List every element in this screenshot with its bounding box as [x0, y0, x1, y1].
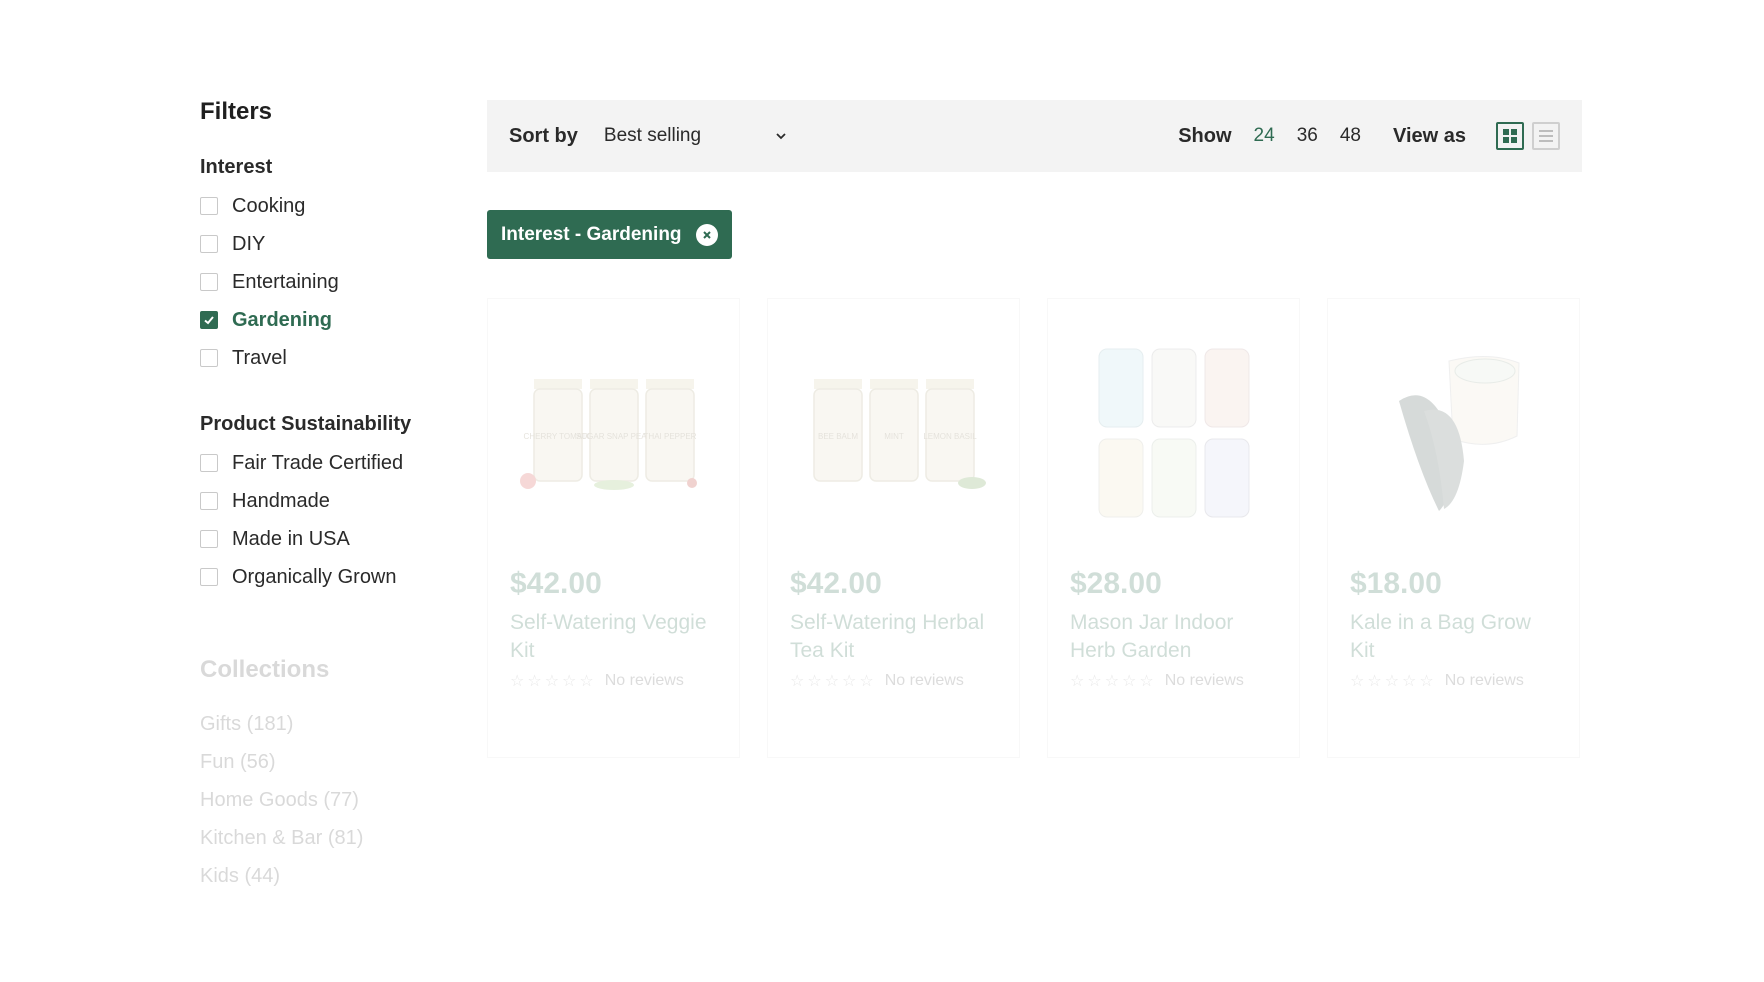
- star-rating-icon: ☆☆☆☆☆: [510, 673, 597, 690]
- filter-option-entertaining[interactable]: Entertaining: [200, 263, 460, 301]
- product-reviews: ☆☆☆☆☆ No reviews: [1070, 671, 1277, 691]
- filter-option-fair-trade[interactable]: Fair Trade Certified: [200, 444, 460, 482]
- checkbox[interactable]: [200, 492, 218, 510]
- view-as-label: View as: [1392, 124, 1466, 147]
- filter-option-diy[interactable]: DIY: [200, 225, 460, 263]
- star-rating-icon: ☆☆☆☆☆: [790, 673, 877, 690]
- checkbox[interactable]: [200, 454, 218, 472]
- product-image[interactable]: BEE BALM MINT LEMON BASIL: [790, 321, 997, 541]
- filters-sidebar: Filters Interest Cooking DIY Entertainin…: [200, 98, 460, 900]
- product-card[interactable]: BEE BALM MINT LEMON BASIL $42.00 Self-Wa…: [767, 298, 1020, 758]
- collection-link-kitchen-bar[interactable]: Kitchen & Bar (81): [200, 824, 460, 862]
- filter-option-travel[interactable]: Travel: [200, 339, 460, 377]
- product-image[interactable]: [1070, 321, 1277, 541]
- filter-option-label: Organically Grown: [232, 565, 397, 588]
- product-title[interactable]: Self-Watering Herbal Tea Kit: [790, 609, 997, 665]
- reviews-label: No reviews: [1164, 672, 1244, 689]
- collection-link-kids[interactable]: Kids (44): [200, 862, 460, 900]
- filters-title: Filters: [200, 98, 273, 125]
- product-reviews: ☆☆☆☆☆ No reviews: [510, 671, 717, 691]
- filter-option-label: Made in USA: [232, 527, 350, 550]
- active-filter-tag[interactable]: Interest - Gardening: [487, 210, 732, 259]
- show-option-48[interactable]: 48: [1340, 125, 1361, 147]
- checkbox[interactable]: [200, 235, 218, 253]
- jar-label: LEMON BASIL: [923, 432, 977, 441]
- list-view-button[interactable]: [1532, 122, 1560, 150]
- collections-title: Collections: [200, 656, 330, 683]
- chevron-down-icon: [776, 133, 786, 140]
- collection-toolbar: Sort by Best selling Show 24 36 48 View …: [487, 100, 1582, 172]
- checkbox[interactable]: [200, 197, 218, 215]
- filter-option-label: DIY: [232, 232, 266, 255]
- filter-option-made-in-usa[interactable]: Made in USA: [200, 520, 460, 558]
- filter-option-label: Handmade: [232, 489, 330, 512]
- product-title[interactable]: Kale in a Bag Grow Kit: [1350, 609, 1557, 665]
- reviews-label: No reviews: [884, 672, 964, 689]
- filter-group-sustainability: Product Sustainability Fair Trade Certif…: [200, 413, 460, 596]
- star-rating-icon: ☆☆☆☆☆: [1350, 673, 1437, 690]
- filter-option-organically-grown[interactable]: Organically Grown: [200, 558, 460, 596]
- collection-link-fun[interactable]: Fun (56): [200, 748, 460, 786]
- filter-option-cooking[interactable]: Cooking: [200, 187, 460, 225]
- filter-option-label: Travel: [232, 346, 287, 369]
- checkbox[interactable]: [200, 273, 218, 291]
- product-card[interactable]: CHERRY TOMATO SUGAR SNAP PEAS THAI PEPPE…: [487, 298, 740, 758]
- close-icon[interactable]: [695, 223, 718, 246]
- filter-group-title: Product Sustainability: [200, 413, 412, 435]
- product-price: $18.00: [1350, 567, 1442, 600]
- filter-option-handmade[interactable]: Handmade: [200, 482, 460, 520]
- product-price: $42.00: [510, 567, 602, 600]
- jar-label: BEE BALM: [817, 432, 857, 441]
- product-reviews: ☆☆☆☆☆ No reviews: [790, 671, 997, 691]
- product-price: $42.00: [790, 567, 882, 600]
- filter-option-label: Entertaining: [232, 270, 339, 293]
- grid-view-button[interactable]: [1496, 122, 1524, 150]
- sort-value: Best selling: [603, 125, 702, 146]
- checkbox-checked[interactable]: [200, 311, 218, 329]
- star-rating-icon: ☆☆☆☆☆: [1070, 673, 1157, 690]
- filter-group-interest: Interest Cooking DIY Entertaining Garden…: [200, 156, 460, 377]
- checkbox[interactable]: [200, 530, 218, 548]
- show-label: Show: [1178, 124, 1232, 147]
- product-image[interactable]: [1350, 321, 1557, 541]
- sort-label: Sort by: [509, 124, 578, 147]
- collection-link-gifts[interactable]: Gifts (181): [200, 710, 460, 748]
- filter-option-label: Cooking: [232, 194, 306, 217]
- product-title[interactable]: Mason Jar Indoor Herb Garden: [1070, 609, 1277, 665]
- filter-group-title: Interest: [200, 156, 273, 178]
- product-card[interactable]: $28.00 Mason Jar Indoor Herb Garden ☆☆☆☆…: [1047, 298, 1300, 758]
- reviews-label: No reviews: [1444, 672, 1524, 689]
- jar-label: SUGAR SNAP PEAS: [576, 432, 652, 441]
- product-reviews: ☆☆☆☆☆ No reviews: [1350, 671, 1557, 691]
- grid-icon: [1503, 129, 1517, 143]
- list-icon: [1539, 130, 1553, 142]
- product-price: $28.00: [1070, 567, 1162, 600]
- product-image[interactable]: CHERRY TOMATO SUGAR SNAP PEAS THAI PEPPE…: [510, 321, 717, 541]
- product-title[interactable]: Self-Watering Veggie Kit: [510, 609, 717, 665]
- show-option-36[interactable]: 36: [1297, 125, 1318, 147]
- product-grid: CHERRY TOMATO SUGAR SNAP PEAS THAI PEPPE…: [487, 298, 1582, 758]
- collections-list: Collections Gifts (181) Fun (56) Home Go…: [200, 656, 460, 900]
- reviews-label: No reviews: [604, 672, 684, 689]
- filter-option-label: Fair Trade Certified: [232, 451, 404, 474]
- jar-label: THAI PEPPER: [643, 432, 696, 441]
- sort-select[interactable]: Best selling: [604, 125, 788, 147]
- product-card[interactable]: $18.00 Kale in a Bag Grow Kit ☆☆☆☆☆ No r…: [1327, 298, 1580, 758]
- jar-label: MINT: [884, 432, 904, 441]
- checkbox[interactable]: [200, 349, 218, 367]
- checkbox[interactable]: [200, 568, 218, 586]
- filter-option-label: Gardening: [232, 308, 333, 331]
- filter-option-gardening[interactable]: Gardening: [200, 301, 460, 339]
- show-option-24[interactable]: 24: [1254, 125, 1275, 147]
- collection-link-home-goods[interactable]: Home Goods (77): [200, 786, 460, 824]
- active-filter-label: Interest - Gardening: [501, 223, 682, 245]
